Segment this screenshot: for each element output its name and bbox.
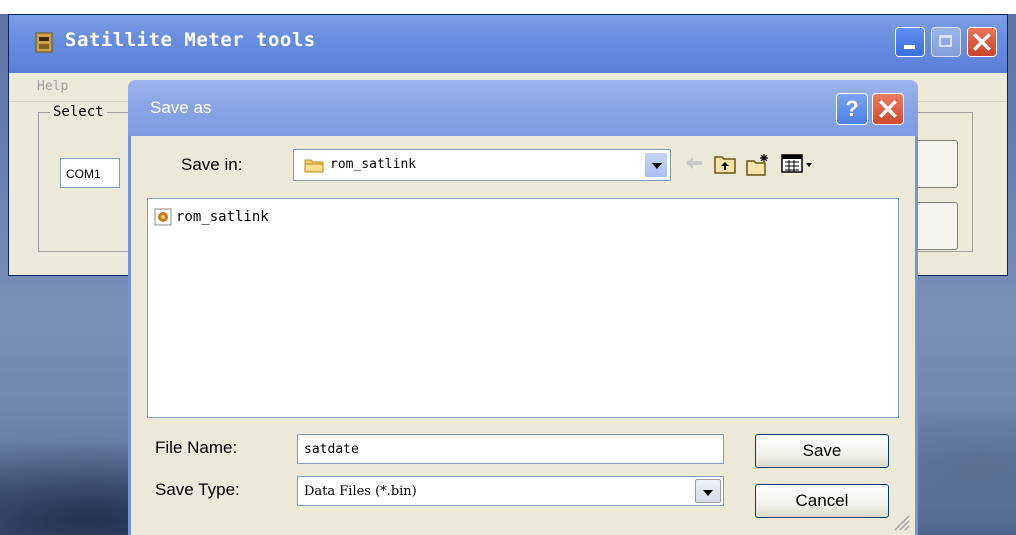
dialog-title: Save as	[150, 98, 212, 117]
up-folder-icon[interactable]	[713, 153, 737, 175]
close-icon	[879, 100, 897, 118]
list-item-label: rom_satlink	[176, 209, 269, 225]
save-in-value: rom_satlink	[330, 157, 417, 172]
app-icon	[35, 32, 53, 53]
file-list[interactable]: rom_satlink	[147, 198, 899, 418]
back-arrow-icon[interactable]	[683, 153, 705, 173]
cancel-button[interactable]: Cancel	[755, 484, 889, 518]
save-type-label: Save Type:	[155, 480, 240, 499]
save-type-value: Data Files (*.bin)	[304, 484, 417, 499]
main-title-bar[interactable]: Satillite Meter tools	[9, 15, 1007, 73]
file-icon	[154, 208, 172, 226]
dialog-close-button[interactable]	[872, 93, 904, 125]
save-in-dropdown[interactable]: rom_satlink	[293, 149, 671, 181]
dialog-title-bar[interactable]: Save as ?	[128, 80, 918, 136]
dialog-help-button[interactable]: ?	[836, 93, 868, 125]
file-name-input[interactable]: satdate	[297, 434, 724, 464]
resize-grip-icon[interactable]	[889, 510, 911, 532]
main-window-title: Satillite Meter tools	[65, 29, 316, 51]
folder-icon	[304, 159, 324, 173]
chevron-down-icon[interactable]	[644, 152, 668, 178]
view-menu-icon[interactable]	[781, 153, 817, 175]
select-group-label: Select	[50, 104, 107, 120]
new-folder-icon[interactable]	[745, 153, 771, 177]
close-button[interactable]	[967, 27, 997, 57]
minimize-button[interactable]	[895, 27, 925, 57]
save-as-dialog: Save as ? Save in: rom_satlink rom_satli…	[128, 80, 918, 535]
file-name-label: File Name:	[155, 438, 238, 457]
save-button[interactable]: Save	[755, 434, 889, 468]
desktop-top-strip	[0, 0, 1016, 14]
save-type-dropdown[interactable]: Data Files (*.bin)	[297, 476, 724, 506]
chevron-down-icon[interactable]	[695, 479, 721, 503]
save-in-label: Save in:	[181, 155, 243, 174]
menu-help[interactable]: Help	[37, 79, 68, 94]
com-port-select[interactable]: COM1	[60, 158, 120, 188]
close-icon	[973, 33, 991, 51]
maximize-button[interactable]	[931, 27, 961, 57]
